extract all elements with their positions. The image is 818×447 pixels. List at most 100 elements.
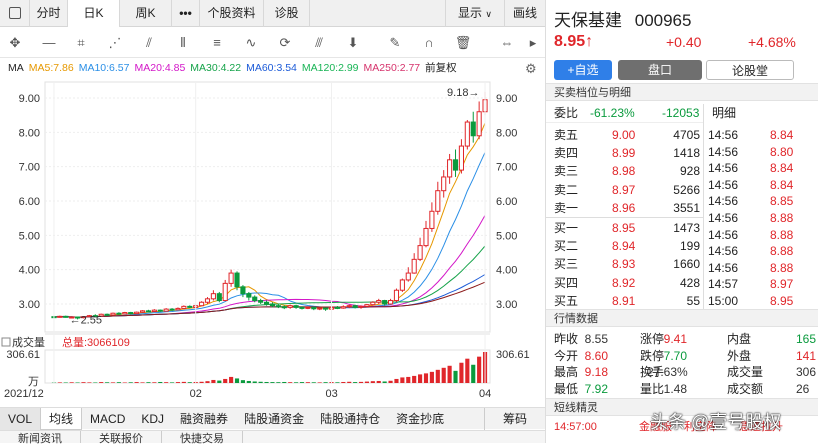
pen-icon[interactable]: ✎ (386, 34, 404, 52)
wave-icon[interactable]: ∿ (242, 34, 260, 52)
quote-value: 306 (796, 363, 818, 381)
cycle-icon[interactable]: ⟳ (276, 34, 294, 52)
tab-weekly-k[interactable]: 周K (120, 0, 172, 27)
x-tick-label: 02 (190, 388, 202, 400)
candle-body (270, 304, 274, 306)
quote-value: 9.41 (647, 330, 687, 348)
bid-row[interactable]: 买二8.94199 (554, 237, 704, 255)
draw-line-button[interactable]: 画线 (505, 0, 545, 27)
tick-time: 15:00 (708, 292, 738, 310)
ratio-pct: -61.23% (590, 104, 635, 122)
back-icon[interactable] (0, 0, 30, 27)
y-tick-label: 3.00 (19, 299, 40, 311)
bid-row[interactable]: 买一8.951473 (554, 219, 704, 237)
ma-settings-icon[interactable]: ⚙ (525, 61, 537, 77)
indicator-tab[interactable]: VOL (0, 408, 40, 430)
volume-bar (188, 382, 192, 383)
channel-icon[interactable]: ⫽ (140, 34, 158, 52)
indicator-tab[interactable]: 陆股通持仓 (312, 408, 388, 430)
tab-intraday[interactable]: 分时 (30, 0, 68, 27)
quote-value: 1.48 (647, 380, 687, 398)
tick-time: 14:56 (708, 226, 738, 244)
volume-bar (182, 382, 186, 383)
tick-price: 8.80 (770, 143, 793, 161)
display-dropdown[interactable]: 显示 ∨ (445, 0, 505, 27)
tick-time: 14:56 (708, 242, 738, 260)
tab-forum[interactable]: 论股堂 (706, 60, 794, 80)
trash-icon[interactable]: 🗑 (454, 34, 472, 52)
expand-icon[interactable]: ⇔ (498, 34, 516, 52)
y-tick-label: 5.00 (496, 230, 517, 242)
ask-row[interactable]: 卖二8.975266 (554, 181, 704, 199)
indicator-tab[interactable]: 筹码 (484, 408, 545, 430)
fan-icon[interactable]: ⋰ (106, 34, 124, 52)
collapse-icon[interactable]: ▸ (524, 34, 542, 52)
tick-price: 8.95 (770, 292, 793, 310)
tick-row: 15:00 8.95 (708, 292, 818, 310)
ask-row[interactable]: 卖一8.963551 (554, 199, 704, 217)
fibonacci-icon[interactable]: ≡ (208, 34, 226, 52)
indicator-tab[interactable]: MACD (82, 408, 133, 430)
candle-body (377, 301, 381, 303)
candle-body (448, 160, 452, 177)
ask-row[interactable]: 卖四8.991418 (554, 144, 704, 162)
indicator-tab[interactable]: 融资融券 (172, 408, 236, 430)
move-icon[interactable]: ✥ (6, 34, 24, 52)
bid-row[interactable]: 买四8.92428 (554, 274, 704, 292)
crop-icon[interactable]: ⌗ (72, 34, 90, 52)
detail-label: 明细 (712, 104, 736, 122)
tab-stock-info[interactable]: 个股资料 (200, 0, 264, 27)
indicator-tab[interactable]: 均线 (40, 408, 82, 430)
info-tab[interactable]: 关联报价 (81, 431, 162, 443)
candle-body (306, 307, 310, 308)
volume-bar (388, 381, 392, 383)
volume-label: 成交量 (12, 335, 45, 349)
ask-row[interactable]: 卖三8.98928 (554, 162, 704, 180)
line-segment-icon[interactable]: — (40, 34, 58, 52)
arrow-down-icon[interactable]: ⬇ (344, 34, 362, 52)
order-book-header: 买卖档位与明细 (546, 83, 818, 101)
quote-key: 外盘 (727, 347, 751, 365)
more-tabs-button[interactable]: ••• (172, 0, 200, 27)
indicator-tab[interactable]: 陆股通资金 (236, 408, 312, 430)
candle-body (312, 307, 316, 308)
magnet-icon[interactable]: ∩ (420, 34, 438, 52)
bid-label: 买四 (554, 274, 578, 292)
indicator-tab[interactable]: 资金抄底 (388, 408, 452, 430)
volume-bar (406, 377, 410, 383)
ma-legend-item: MA10:6.57 (79, 62, 130, 74)
ask-row[interactable]: 卖五9.004705 (554, 126, 704, 144)
volume-bar (353, 382, 357, 383)
tab-pankou[interactable]: 盘口 (618, 60, 702, 80)
ask-price: 8.99 (612, 144, 635, 162)
indicator-tab[interactable]: KDJ (133, 408, 172, 430)
bid-label: 买二 (554, 237, 578, 255)
kline-panel: 分时 日K 周K ••• 个股资料 诊股 显示 ∨ 画线 ✥ — ⌗ ⋰ ⫽ ⦀… (0, 0, 545, 443)
bid-row[interactable]: 买五8.9155 (554, 292, 704, 310)
candle-body (158, 310, 162, 311)
bars-icon[interactable]: ⦀ (174, 34, 192, 52)
bid-label: 买三 (554, 255, 578, 273)
candle-body (424, 228, 428, 245)
tick-price: 8.88 (770, 226, 793, 244)
volume-bar (211, 380, 215, 383)
parallel-icon[interactable]: ⫻ (310, 34, 328, 52)
bid-row[interactable]: 买三8.931660 (554, 255, 704, 273)
candle-body (335, 307, 339, 308)
kline-chart[interactable]: 9.009.008.008.007.007.006.006.005.005.00… (0, 78, 545, 407)
tab-diagnosis[interactable]: 诊股 (264, 0, 310, 27)
ratio-value: -12053 (662, 104, 699, 122)
add-watchlist-button[interactable]: +自选 (554, 60, 612, 80)
volume-tick: 306.61 (6, 349, 40, 361)
action-buttons: +自选 盘口 论股堂 (554, 60, 816, 80)
volume-bar (276, 382, 280, 383)
info-tab[interactable]: 新闻资讯 (0, 431, 81, 443)
candle-body (282, 307, 286, 308)
quote-key: 成交量 (727, 363, 763, 381)
collapse-icon (2, 338, 10, 346)
tab-daily-k[interactable]: 日K (68, 0, 120, 27)
quote-value: 165 (796, 330, 818, 348)
info-tab[interactable]: 快捷交易 (162, 431, 243, 443)
candle-body (359, 306, 363, 307)
tick-row: 14:568.88 (708, 242, 818, 260)
